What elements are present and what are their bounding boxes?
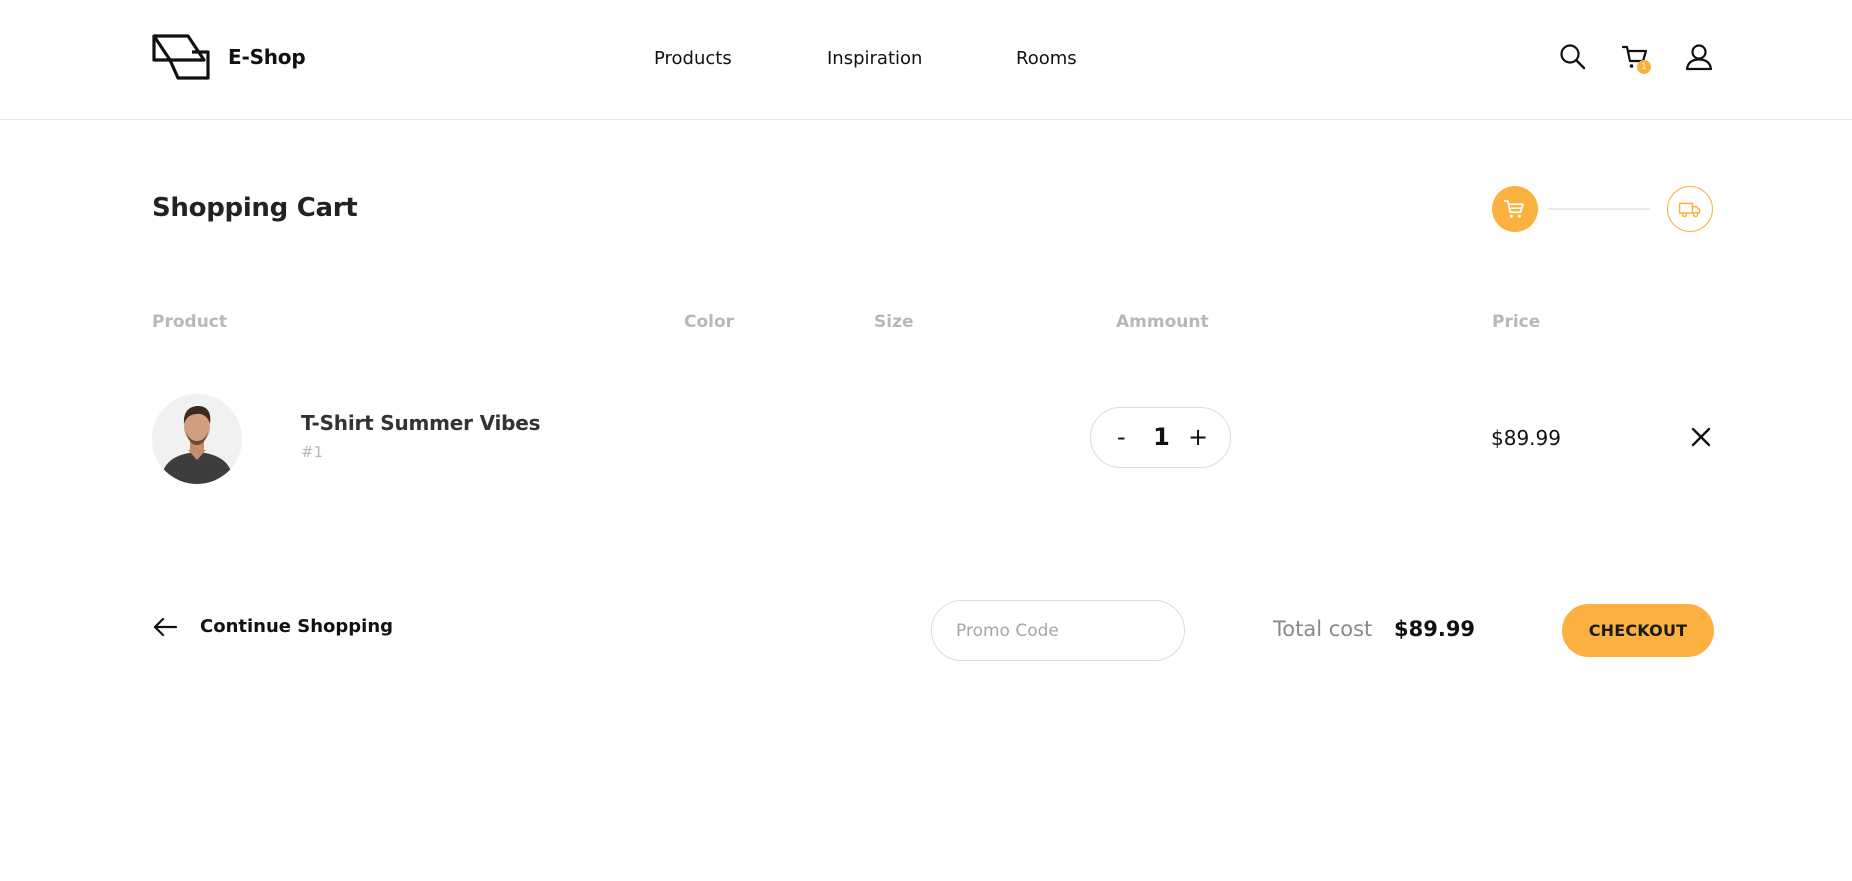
total-cost-value: $89.99 bbox=[1394, 617, 1476, 641]
step-connector bbox=[1548, 208, 1650, 210]
logo[interactable]: E-Shop bbox=[152, 34, 306, 80]
quantity-value: 1 bbox=[1153, 423, 1170, 451]
checkout-button[interactable]: CHECKOUT bbox=[1562, 604, 1714, 657]
product-name[interactable]: T-Shirt Summer Vibes bbox=[301, 411, 541, 435]
product-image bbox=[152, 394, 242, 484]
column-color: Color bbox=[684, 312, 735, 332]
cart-icon bbox=[1503, 200, 1524, 218]
step-shipping[interactable] bbox=[1667, 186, 1713, 232]
close-icon bbox=[1691, 427, 1711, 447]
product-price: $89.99 bbox=[1491, 426, 1561, 450]
column-price: Price bbox=[1492, 312, 1541, 332]
nav-products[interactable]: Products bbox=[654, 48, 732, 69]
continue-shopping-label: Continue Shopping bbox=[200, 616, 394, 637]
cart-count-badge: 1 bbox=[1637, 60, 1651, 74]
user-icon[interactable] bbox=[1684, 42, 1714, 72]
arrow-left-icon bbox=[153, 617, 178, 636]
site-header: E-Shop Products Inspiration Rooms 1 bbox=[0, 0, 1852, 120]
column-amount: Ammount bbox=[1116, 312, 1209, 332]
logo-text: E-Shop bbox=[228, 45, 306, 69]
search-icon[interactable] bbox=[1558, 42, 1588, 72]
truck-icon bbox=[1678, 202, 1701, 218]
cart-icon[interactable]: 1 bbox=[1621, 42, 1651, 74]
continue-shopping-link[interactable]: Continue Shopping bbox=[152, 616, 393, 637]
total-cost-label: Total cost bbox=[1273, 617, 1373, 641]
nav-rooms[interactable]: Rooms bbox=[1016, 48, 1077, 69]
quantity-stepper: - 1 + bbox=[1090, 407, 1231, 468]
increase-quantity-button[interactable]: + bbox=[1188, 422, 1208, 452]
remove-item-button[interactable] bbox=[1690, 426, 1712, 448]
promo-code-input[interactable] bbox=[931, 600, 1185, 661]
column-size: Size bbox=[874, 312, 914, 332]
logo-icon bbox=[152, 34, 210, 80]
page-title: Shopping Cart bbox=[152, 193, 358, 223]
nav-inspiration[interactable]: Inspiration bbox=[827, 48, 922, 69]
step-cart[interactable] bbox=[1492, 186, 1538, 232]
column-product: Product bbox=[152, 312, 227, 332]
product-sku: #1 bbox=[301, 443, 324, 461]
